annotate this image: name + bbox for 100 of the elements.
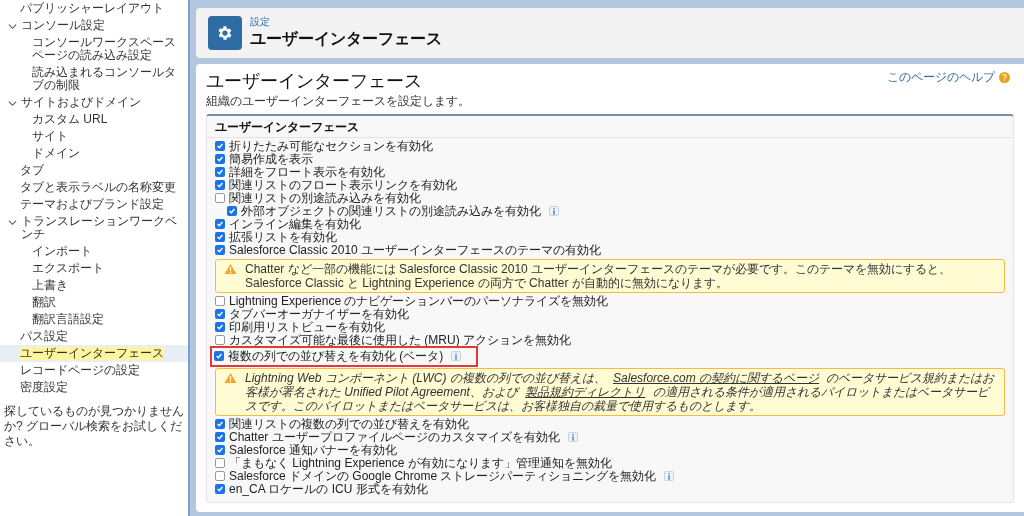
checkbox-label: Salesforce 通知バナーを有効化	[229, 444, 398, 457]
nav-item[interactable]: コンソールワークスペースページの読み込み設定	[0, 34, 188, 64]
checkbox[interactable]	[215, 335, 225, 345]
checkbox[interactable]	[214, 351, 224, 361]
warning-text: Lightning Web コンポーネント (LWC) の複数の列での並び替えは、 Salesforce.com の契約に関するページ のベータサービス規約またはお客様が署名された Unified Pilot Agreement、および 製品規約ディレクトリ の適用される条件が適用されるパイロットまたはベータサービスです。このパイロットまたはベータサービスは、お客様独自の裁量で使用するものとします。	[245, 371, 996, 413]
checkbox[interactable]	[215, 471, 225, 481]
nav-label: タブと表示ラベルの名称変更	[20, 181, 176, 194]
checkbox-label: 外部オブジェクトの関連リストの別途読み込みを有効化	[241, 205, 541, 218]
nav-label: コンソールワークスペースページの読み込み設定	[32, 36, 177, 62]
checkbox[interactable]	[227, 206, 237, 216]
nav-item[interactable]: 密度設定	[0, 379, 188, 396]
settings-icon	[208, 16, 242, 50]
nav-item[interactable]: パブリッシャーレイアウト	[0, 0, 188, 17]
nav-item[interactable]: カスタム URL	[0, 111, 188, 128]
info-icon[interactable]	[567, 432, 578, 442]
warning-link[interactable]: Salesforce.com の契約に関するページ	[613, 371, 820, 385]
checkbox[interactable]	[215, 309, 225, 319]
sidebar-footer-text: 探しているものが見つかりませんか? グローバル検索をお試しください。	[3, 404, 185, 449]
checkbox[interactable]	[215, 419, 225, 429]
checkbox-label: 関連リストの別途読み込みを有効化	[229, 192, 421, 205]
nav-item[interactable]: エクスポート	[0, 260, 188, 277]
breadcrumb[interactable]: 設定	[250, 16, 442, 28]
nav-label: 読み込まれるコンソールタブの制限	[32, 66, 177, 92]
help-link[interactable]: このページのヘルプ	[887, 68, 995, 86]
checkbox-label: 簡易作成を表示	[229, 153, 313, 166]
nav-item[interactable]: トランスレーションワークベンチ	[0, 213, 188, 243]
chevron-icon[interactable]	[8, 99, 17, 108]
checkbox-label: 印刷用リストビューを有効化	[229, 321, 385, 334]
nav-item[interactable]: 読み込まれるコンソールタブの制限	[0, 64, 188, 94]
header-title: ユーザーインターフェース	[250, 29, 442, 49]
checkbox[interactable]	[215, 296, 225, 306]
nav-item[interactable]: パス設定	[0, 328, 188, 345]
nav-item[interactable]: テーマおよびブランド設定	[0, 196, 188, 213]
nav-label: サイトおよびドメイン	[21, 96, 141, 109]
checkbox-label: en_CA ロケールの ICU 形式を有効化	[229, 483, 428, 496]
nav-label: トランスレーションワークベンチ	[21, 215, 178, 241]
checkbox-label: 関連リストのフロート表示リンクを有効化	[229, 179, 457, 192]
nav-item[interactable]: サイト	[0, 128, 188, 145]
checkbox-label: 関連リストの複数の列での並び替えを有効化	[229, 418, 469, 431]
info-icon[interactable]	[549, 206, 559, 216]
checkbox[interactable]	[215, 432, 225, 442]
nav-label: コンソール設定	[21, 19, 105, 32]
checkbox-label: カスタマイズ可能な最後に使用した (MRU) アクションを無効化	[229, 334, 571, 347]
nav-item[interactable]: レコードページの設定	[0, 362, 188, 379]
checkbox[interactable]	[215, 141, 225, 151]
checkbox-label: Salesforce Classic 2010 ユーザーインターフェースのテーマの有効化	[229, 244, 602, 257]
nav-label: インポート	[32, 245, 92, 258]
nav-label: 翻訳言語設定	[32, 313, 104, 326]
checkbox-label: インライン編集を有効化	[229, 218, 361, 231]
warning-link[interactable]: 製品規約ディレクトリ	[525, 385, 646, 399]
nav-item[interactable]: タブと表示ラベルの名称変更	[0, 179, 188, 196]
nav-label: 翻訳	[32, 296, 56, 309]
info-icon[interactable]	[664, 471, 675, 481]
checkbox[interactable]	[215, 180, 225, 190]
checkbox[interactable]	[215, 322, 225, 332]
checkbox-label: Lightning Experience のナビゲーションバーのパーソナライズを無効化	[229, 295, 609, 308]
nav-label: タブ	[20, 164, 44, 177]
nav-label: エクスポート	[32, 262, 104, 275]
checkbox[interactable]	[215, 193, 225, 203]
nav-item[interactable]: 上書き	[0, 277, 188, 294]
nav-label: サイト	[32, 130, 68, 143]
info-icon[interactable]	[451, 351, 462, 361]
checkbox-label: 詳細をフロート表示を有効化	[229, 166, 385, 179]
warning-text: Chatter など一部の機能には Salesforce Classic 2010 ユーザーインターフェースのテーマが必要です。このテーマを無効にすると、Salesforce Classic と Lightning Experience の両方で Chatter が自動的に無効になります。	[245, 262, 953, 290]
checkbox[interactable]	[215, 232, 225, 242]
checkbox-label: タブバーオーガナイザーを有効化	[229, 308, 409, 321]
nav-item[interactable]: コンソール設定	[0, 17, 188, 34]
nav-label: 密度設定	[20, 381, 68, 394]
nav-label: ユーザーインターフェース	[20, 347, 164, 360]
nav-item[interactable]: 翻訳言語設定	[0, 311, 188, 328]
page-title: ユーザーインターフェース	[206, 70, 422, 92]
nav-label: パス設定	[20, 330, 68, 343]
nav-item[interactable]: 翻訳	[0, 294, 188, 311]
checkbox-label: 拡張リストを有効化	[229, 231, 337, 244]
warning-icon	[224, 263, 237, 275]
checkbox[interactable]	[215, 154, 225, 164]
chevron-icon[interactable]	[8, 218, 17, 227]
help-icon[interactable]	[999, 71, 1010, 83]
checkbox-label: 複数の列での並び替えを有効化 (ベータ)	[228, 350, 444, 363]
checkbox[interactable]	[215, 167, 225, 177]
nav-label: 上書き	[32, 279, 68, 292]
nav-item[interactable]: サイトおよびドメイン	[0, 94, 188, 111]
nav-label: テーマおよびブランド設定	[20, 198, 164, 211]
nav-item[interactable]: ドメイン	[0, 145, 188, 162]
checkbox-label: 折りたたみ可能なセクションを有効化	[229, 140, 433, 153]
checkbox-label: Salesforce ドメインの Google Chrome ストレージパーティショニングを無効化	[229, 470, 657, 483]
nav-item[interactable]: タブ	[0, 162, 188, 179]
nav-item[interactable]: ユーザーインターフェース	[0, 345, 188, 362]
checkbox[interactable]	[215, 245, 225, 255]
nav-item[interactable]: インポート	[0, 243, 188, 260]
chevron-icon[interactable]	[8, 22, 17, 31]
section-title: ユーザーインターフェース	[207, 116, 1013, 138]
nav-label: カスタム URL	[32, 113, 108, 126]
nav-label: レコードページの設定	[20, 364, 140, 377]
checkbox[interactable]	[215, 219, 225, 229]
page-description: 組織のユーザーインターフェースを設定します。	[206, 94, 471, 108]
checkbox[interactable]	[215, 445, 225, 455]
checkbox[interactable]	[215, 484, 225, 494]
checkbox[interactable]	[215, 458, 225, 468]
nav-label: ドメイン	[32, 147, 80, 160]
